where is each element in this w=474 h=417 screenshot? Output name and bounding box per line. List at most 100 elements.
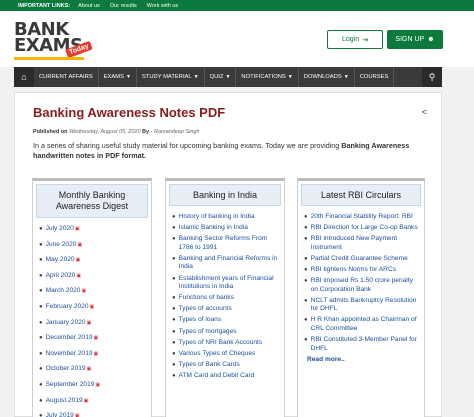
list-item-label: ATM Card and Debit Card bbox=[178, 371, 255, 379]
bullet-icon: ● bbox=[304, 255, 308, 262]
list-item[interactable]: ● Types of Bank Cards bbox=[172, 361, 279, 370]
bullet-icon: ● bbox=[39, 413, 43, 417]
nav-study-material[interactable]: STUDY MATERIAL ▼ bbox=[137, 67, 205, 87]
main-nav: ⌂ CURRENT AFFAIRS EXAMS ▼ STUDY MATERIAL ▼… bbox=[14, 67, 442, 87]
meta-date: Wednesday, August 05, 2020 bbox=[69, 129, 141, 135]
list-item[interactable]: ● July 2019 ▣ bbox=[39, 412, 146, 417]
list-item[interactable]: ● October 2019 ▣ bbox=[39, 365, 146, 374]
list-item-label: RBI Direction for Large Co-op Banks bbox=[310, 224, 418, 232]
bullet-icon: ● bbox=[39, 397, 43, 404]
list-item-label: November 2019 bbox=[45, 349, 93, 357]
list-item[interactable]: ● Partial Credit Guarantee Scheme bbox=[304, 255, 419, 264]
list-item[interactable]: ● ATM Card and Debit Card bbox=[172, 372, 279, 381]
meta-by-label: By bbox=[142, 129, 150, 135]
bullet-icon: ● bbox=[304, 337, 308, 344]
rbi-circulars-box: Latest RBI Circulars ● 20th Financial Sta… bbox=[297, 178, 425, 417]
site-header: BANK EXAMS Today Login ⇥ SIGN UP ☻ bbox=[0, 11, 474, 67]
pdf-icon: ▣ bbox=[83, 397, 89, 404]
list-item[interactable]: ● Types of NRI Bank Accounts bbox=[172, 339, 279, 348]
bullet-icon: ● bbox=[39, 350, 43, 357]
nav-quiz[interactable]: QUIZ ▼ bbox=[205, 67, 237, 87]
list-item[interactable]: ● Establishment years of Financial Instit… bbox=[172, 275, 279, 292]
about-us-link[interactable]: About us bbox=[78, 3, 100, 9]
pdf-icon: ▣ bbox=[89, 303, 95, 310]
list-item-label: December 2019 bbox=[45, 334, 93, 342]
list-item[interactable]: ● RBI tightens Norms for ARCs bbox=[304, 266, 419, 275]
share-icon[interactable]: < bbox=[422, 107, 427, 117]
list-item-label: 20th Financial Stability Report: RBI bbox=[310, 213, 413, 220]
user-plus-icon: ☻ bbox=[427, 36, 435, 43]
home-icon[interactable]: ⌂ bbox=[14, 67, 34, 87]
rbi-circulars-heading: Latest RBI Circulars bbox=[301, 184, 421, 206]
important-links-label: IMPORTANT LINKS: bbox=[18, 2, 71, 9]
nav-current-affairs[interactable]: CURRENT AFFAIRS bbox=[34, 67, 99, 87]
login-button[interactable]: Login ⇥ bbox=[327, 30, 383, 49]
bullet-icon: ● bbox=[172, 350, 176, 357]
nav-courses[interactable]: COURSES bbox=[355, 67, 395, 87]
search-icon[interactable]: ⚲ bbox=[422, 67, 442, 87]
bullet-icon: ● bbox=[304, 236, 308, 243]
list-item[interactable]: ● May 2020 ▣ bbox=[39, 256, 146, 265]
bullet-icon: ● bbox=[172, 372, 176, 379]
meta-published-label: Published on bbox=[33, 129, 68, 135]
list-item[interactable]: ● December 2019 ▣ bbox=[39, 334, 146, 343]
list-item[interactable]: ● RBI introduced New Payment Instrument bbox=[304, 235, 419, 252]
pdf-icon: ▣ bbox=[77, 241, 83, 248]
nav-exams[interactable]: EXAMS ▼ bbox=[99, 67, 137, 87]
list-item[interactable]: ● April 2020 ▣ bbox=[39, 272, 146, 281]
work-with-us-link[interactable]: Work with us bbox=[147, 3, 178, 9]
post-title: Banking Awareness Notes PDF bbox=[33, 105, 226, 120]
bullet-icon: ● bbox=[39, 381, 43, 388]
nav-notifications[interactable]: NOTIFICATIONS ▼ bbox=[236, 67, 299, 87]
chevron-down-icon: ▼ bbox=[225, 74, 231, 80]
bullet-icon: ● bbox=[39, 319, 43, 326]
list-item[interactable]: ● January 2020 ▣ bbox=[39, 319, 146, 328]
list-item[interactable]: ● February 2020 ▣ bbox=[39, 303, 146, 312]
list-item-label: Islamic Banking in India bbox=[178, 224, 248, 232]
list-item[interactable]: ● Various Types of Cheques bbox=[172, 350, 279, 359]
list-item[interactable]: ● June 2020 ▣ bbox=[39, 241, 146, 250]
pdf-icon: ▣ bbox=[81, 288, 87, 295]
signup-button[interactable]: SIGN UP ☻ bbox=[387, 30, 443, 49]
list-item[interactable]: ● Banking Sector Reforms From 1786 to 199… bbox=[172, 235, 279, 252]
list-item-label: January 2020 bbox=[45, 318, 86, 326]
post-intro: In a series of sharing useful study mate… bbox=[33, 141, 425, 161]
list-item[interactable]: ● H R Khan appointed as Chairman of CRL C… bbox=[304, 316, 419, 333]
list-item[interactable]: ● NCLT admits Bankruptcy Resolution for D… bbox=[304, 297, 419, 314]
list-item[interactable]: ● September 2019 ▣ bbox=[39, 381, 146, 390]
list-item-label: Establishment years of Financial Institu… bbox=[178, 274, 274, 291]
list-item-label: June 2020 bbox=[45, 240, 77, 248]
bullet-icon: ● bbox=[39, 257, 43, 264]
banking-in-india-box: Banking in India ● History of banking in … bbox=[165, 178, 285, 417]
list-item[interactable]: ● Types of mortgages bbox=[172, 328, 279, 337]
list-item[interactable]: ● November 2019 ▣ bbox=[39, 350, 146, 359]
list-item[interactable]: ● History of banking in India bbox=[172, 213, 279, 222]
our-results-link[interactable]: Our results bbox=[110, 3, 137, 9]
bullet-icon: ● bbox=[39, 366, 43, 373]
pdf-icon: ▣ bbox=[75, 257, 81, 264]
nav-downloads[interactable]: DOWNLOADS ▼ bbox=[299, 67, 355, 87]
list-item[interactable]: ● RBI Constituted 3-Member Panel for DHFL bbox=[304, 336, 419, 353]
list-item-label: H R Khan appointed as Chairman of CRL Co… bbox=[310, 316, 417, 333]
list-item[interactable]: ● August 2019 ▣ bbox=[39, 397, 146, 406]
list-item[interactable]: ● March 2020 ▣ bbox=[39, 287, 146, 296]
logo-underline bbox=[14, 57, 84, 60]
site-logo[interactable]: BANK EXAMS Today bbox=[14, 19, 104, 63]
list-item-label: Types of loans bbox=[178, 316, 222, 324]
list-item[interactable]: ● Types of accounts bbox=[172, 305, 279, 314]
read-more-link[interactable]: Read more.. bbox=[298, 356, 424, 363]
list-item-label: RBI introduced New Payment Instrument bbox=[310, 235, 398, 251]
list-item-label: March 2020 bbox=[45, 287, 81, 295]
nav-current-affairs-label: CURRENT AFFAIRS bbox=[39, 74, 93, 80]
list-item[interactable]: ● 20th Financial Stability Report: RBI bbox=[304, 213, 419, 222]
list-item[interactable]: ● RBI imposed Rs 1.50 crore penalty on Co… bbox=[304, 277, 419, 294]
list-item[interactable]: ● RBI Direction for Large Co-op Banks bbox=[304, 224, 419, 233]
list-item[interactable]: ● Types of loans bbox=[172, 316, 279, 325]
list-item[interactable]: ● Islamic Banking in India bbox=[172, 224, 279, 233]
list-item[interactable]: ● Functions of banks bbox=[172, 294, 279, 303]
nav-notifications-label: NOTIFICATIONS bbox=[241, 74, 286, 80]
bullet-icon: ● bbox=[172, 295, 176, 302]
list-item-label: Partial Credit Guarantee Scheme bbox=[310, 254, 408, 262]
list-item[interactable]: ● Banking and Financial Reforms in India bbox=[172, 255, 279, 272]
list-item[interactable]: ● July 2020 ▣ bbox=[39, 225, 146, 234]
